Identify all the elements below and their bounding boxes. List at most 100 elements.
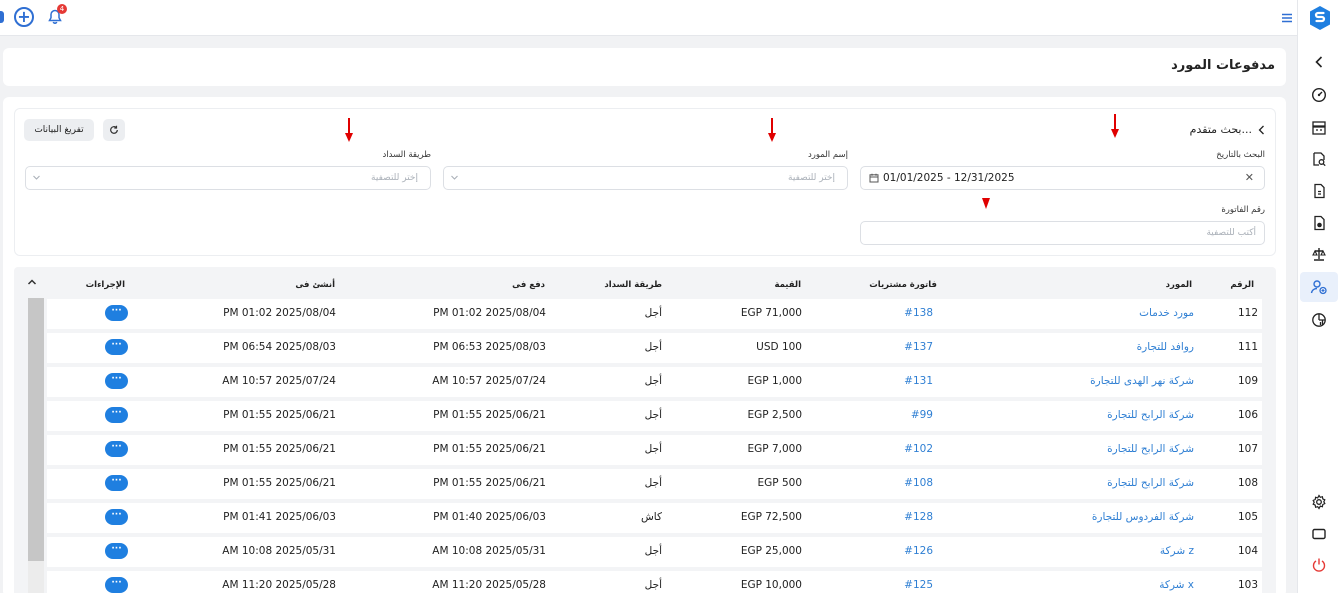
pos-register-icon[interactable] bbox=[1308, 117, 1330, 139]
row-payment-method: أجل bbox=[644, 477, 662, 489]
row-created-on: PM 01:41 2025/06/03 bbox=[223, 511, 336, 523]
row-supplier-link[interactable]: شركة z bbox=[1160, 545, 1194, 557]
purchase-document-icon[interactable] bbox=[1308, 212, 1330, 234]
payment-method-placeholder: إختر للتصفية bbox=[371, 173, 418, 183]
payment-method-select[interactable]: إختر للتصفية bbox=[25, 166, 431, 190]
advanced-search-toggle[interactable]: بحث متقدم... bbox=[1190, 123, 1265, 136]
row-created-on: PM 01:02 2025/08/04 bbox=[223, 307, 336, 319]
row-created-on: AM 10:57 2025/07/24 bbox=[222, 375, 336, 387]
col-amount-header[interactable]: القيمة bbox=[774, 280, 801, 290]
row-supplier-link[interactable]: شركة نهر الهدى للتجارة bbox=[1090, 375, 1194, 387]
row-actions-button[interactable]: ··· bbox=[105, 577, 128, 593]
table-header: الرقم المورد فاتورة مشتريات القيمة طريقة… bbox=[47, 267, 1262, 299]
row-actions-button[interactable]: ··· bbox=[105, 543, 128, 559]
row-invoice-link[interactable]: #99 bbox=[911, 409, 933, 421]
chevron-left-icon[interactable] bbox=[1308, 51, 1330, 73]
table-row[interactable]: 107 شركة الرابح للتجارة #102 EGP 7,000 أ… bbox=[47, 435, 1262, 465]
row-invoice-link[interactable]: #126 bbox=[904, 545, 933, 557]
row-supplier-link[interactable]: مورد خدمات bbox=[1139, 307, 1194, 319]
payment-method-label: طريقة السداد bbox=[382, 150, 431, 160]
page-header: مدفوعات المورد bbox=[3, 48, 1286, 86]
table-row[interactable]: 103 شركة x #125 EGP 10,000 أجل AM 11:20 … bbox=[47, 571, 1262, 593]
row-actions-button[interactable]: ··· bbox=[105, 407, 128, 423]
row-actions-button[interactable]: ··· bbox=[105, 475, 128, 491]
col-actions-header: الإجراءات bbox=[85, 280, 125, 290]
add-icon[interactable]: + bbox=[14, 7, 34, 27]
col-payment-method-header[interactable]: طريقة السداد bbox=[604, 280, 662, 290]
row-invoice-link[interactable]: #128 bbox=[904, 511, 933, 523]
table-row[interactable]: 111 روافد للتجارة #137 USD 100 أجل PM 06… bbox=[47, 333, 1262, 363]
row-invoice-link[interactable]: #138 bbox=[904, 307, 933, 319]
row-actions-button[interactable]: ··· bbox=[105, 509, 128, 525]
col-supplier-header[interactable]: المورد bbox=[1166, 280, 1192, 290]
row-invoice-link[interactable]: #137 bbox=[904, 341, 933, 353]
app-logo[interactable] bbox=[1308, 5, 1332, 31]
invoice-document-icon[interactable] bbox=[1308, 180, 1330, 202]
table-row[interactable]: 105 شركة الفردوس للتجارة #128 EGP 72,500… bbox=[47, 503, 1262, 533]
row-number: 112 bbox=[1237, 307, 1258, 319]
col-invoice-header[interactable]: فاتورة مشتريات bbox=[869, 280, 937, 290]
annotation-arrow-down bbox=[982, 198, 990, 209]
date-search-label: البحث بالتاريخ bbox=[1216, 150, 1265, 160]
row-actions-button[interactable]: ··· bbox=[105, 373, 128, 389]
table-row[interactable]: 104 شركة z #126 EGP 25,000 أجل AM 10:08 … bbox=[47, 537, 1262, 567]
advanced-search-label: بحث متقدم... bbox=[1189, 123, 1252, 136]
suppliers-users-icon[interactable] bbox=[1300, 272, 1338, 302]
row-invoice-link[interactable]: #102 bbox=[904, 443, 933, 455]
annotation-arrow-down bbox=[345, 118, 353, 142]
balance-scale-icon[interactable] bbox=[1308, 243, 1330, 265]
row-actions-button[interactable]: ··· bbox=[105, 305, 128, 321]
refresh-button[interactable] bbox=[103, 119, 125, 141]
chevron-up-icon[interactable] bbox=[27, 278, 37, 286]
row-paid-on: AM 10:08 2025/05/31 bbox=[432, 545, 546, 557]
invoice-number-input[interactable]: أكتب للتصفية bbox=[860, 221, 1265, 245]
clear-date-icon[interactable]: ✕ bbox=[1245, 171, 1254, 184]
notifications-button[interactable]: 4 bbox=[44, 4, 67, 28]
row-supplier-link[interactable]: شركة الرابح للتجارة bbox=[1107, 409, 1194, 421]
dashboard-gauge-icon[interactable] bbox=[1308, 84, 1330, 106]
row-amount: EGP 7,000 bbox=[747, 443, 803, 455]
supplier-select[interactable]: إختر للتصفية bbox=[443, 166, 848, 190]
hamburger-menu-icon[interactable] bbox=[1281, 9, 1293, 28]
row-paid-on: PM 01:40 2025/06/03 bbox=[433, 511, 546, 523]
row-paid-on: AM 10:57 2025/07/24 bbox=[432, 375, 546, 387]
table-row[interactable]: 112 مورد خدمات #138 EGP 71,000 أجل PM 01… bbox=[47, 299, 1262, 329]
inventory-search-icon[interactable] bbox=[1308, 148, 1330, 170]
row-supplier-link[interactable]: شركة الرابح للتجارة bbox=[1107, 443, 1194, 455]
vertical-scrollbar-track[interactable] bbox=[28, 561, 44, 593]
chevron-left-icon bbox=[1258, 125, 1264, 134]
settings-gear-icon[interactable] bbox=[1308, 491, 1330, 513]
page-title: مدفوعات المورد bbox=[1171, 58, 1275, 73]
invoice-number-placeholder: أكتب للتصفية bbox=[1206, 228, 1256, 238]
reports-chart-icon[interactable] bbox=[1308, 309, 1330, 331]
clear-data-button[interactable]: تفريغ البيانات bbox=[24, 119, 94, 141]
row-invoice-link[interactable]: #125 bbox=[904, 579, 933, 591]
row-payment-method: أجل bbox=[644, 341, 662, 353]
row-number: 107 bbox=[1237, 443, 1258, 455]
table-row[interactable]: 106 شركة الرابح للتجارة #99 EGP 2,500 أج… bbox=[47, 401, 1262, 431]
row-invoice-link[interactable]: #108 bbox=[904, 477, 933, 489]
row-created-on: AM 10:08 2025/05/31 bbox=[222, 545, 336, 557]
col-number-header[interactable]: الرقم bbox=[1230, 280, 1254, 290]
row-supplier-link[interactable]: شركة الفردوس للتجارة bbox=[1092, 511, 1194, 523]
table-row[interactable]: 109 شركة نهر الهدى للتجارة #131 EGP 1,00… bbox=[47, 367, 1262, 397]
row-supplier-link[interactable]: شركة x bbox=[1159, 579, 1194, 591]
row-actions-button[interactable]: ··· bbox=[105, 339, 128, 355]
row-supplier-link[interactable]: شركة الرابح للتجارة bbox=[1107, 477, 1194, 489]
notification-badge: 4 bbox=[57, 4, 67, 14]
date-range-value: 01/01/2025 - 12/31/2025 bbox=[883, 172, 1015, 184]
collapse-handle[interactable] bbox=[0, 11, 4, 23]
col-created-on-header[interactable]: أنشئ فى bbox=[295, 280, 335, 290]
row-invoice-link[interactable]: #131 bbox=[904, 375, 933, 387]
row-created-on: PM 01:55 2025/06/21 bbox=[223, 443, 336, 455]
row-supplier-link[interactable]: روافد للتجارة bbox=[1137, 341, 1194, 353]
vertical-scrollbar-thumb[interactable] bbox=[28, 298, 44, 561]
row-amount: USD 100 bbox=[756, 341, 802, 353]
logout-power-icon[interactable] bbox=[1308, 554, 1330, 576]
screen-display-icon[interactable] bbox=[1308, 523, 1330, 545]
filter-panel: بحث متقدم... تفريغ البيانات البحث بالتار… bbox=[14, 108, 1276, 256]
col-paid-on-header[interactable]: دفع فى bbox=[512, 280, 545, 290]
table-row[interactable]: 108 شركة الرابح للتجارة #108 EGP 500 أجل… bbox=[47, 469, 1262, 499]
date-range-field[interactable]: 01/01/2025 - 12/31/2025 ✕ bbox=[860, 166, 1265, 190]
row-actions-button[interactable]: ··· bbox=[105, 441, 128, 457]
